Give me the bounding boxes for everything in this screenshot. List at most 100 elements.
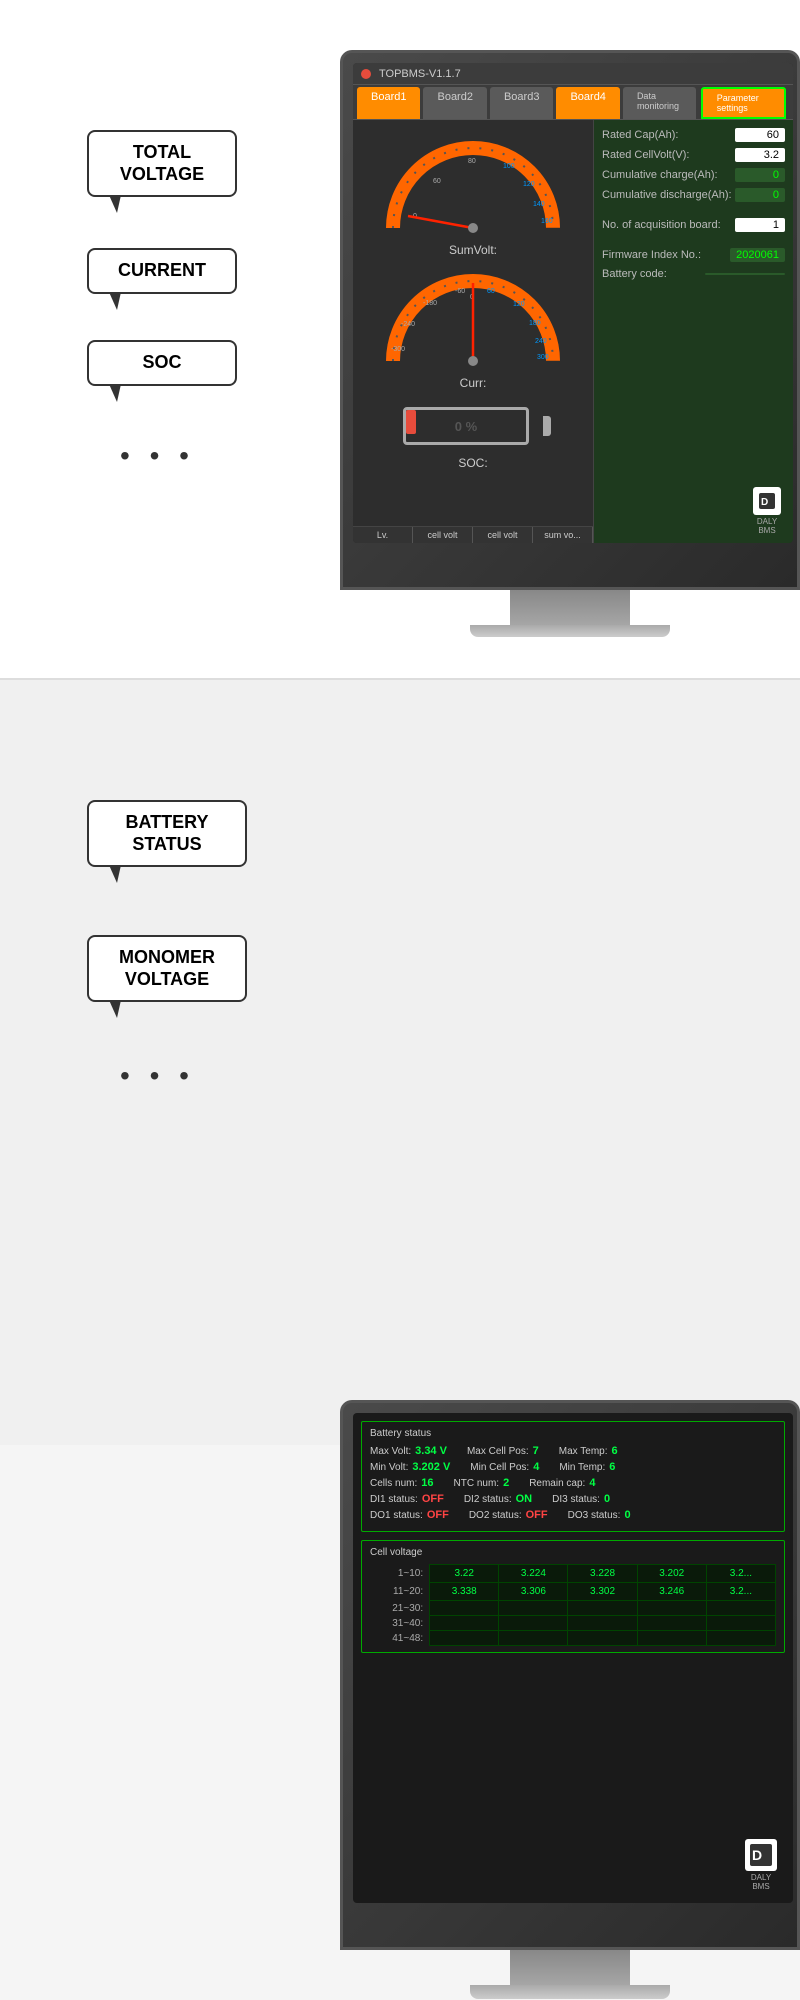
bms-main-content: 0 60 80 100 120 140 160: [353, 120, 793, 543]
max-temp-label: Max Temp:: [559, 1446, 608, 1457]
di1-value: OFF: [422, 1493, 444, 1505]
cell-3-3: [568, 1601, 637, 1616]
min-temp-label: Min Temp:: [559, 1462, 605, 1473]
daly-logo-text-2: DALYBMS: [745, 1873, 777, 1891]
min-temp-field: Min Temp: 6: [559, 1461, 615, 1473]
row-label-1-10: 1~10:: [370, 1565, 430, 1583]
cell-4-4: [637, 1616, 706, 1631]
min-volt-label: Min Volt:: [370, 1462, 408, 1473]
bubble-current-label: CURRENT: [118, 260, 206, 280]
daly-logo: D DALYBMS: [753, 487, 781, 535]
tab-cell-volt-2[interactable]: cell volt: [473, 527, 533, 543]
di1-label: DI1 status:: [370, 1494, 418, 1505]
tab-parameter-settings[interactable]: Parameter settings: [701, 87, 786, 119]
svg-text:140: 140: [533, 201, 545, 208]
cell-3-2: [499, 1601, 568, 1616]
battery-display: 0 % SOC:: [361, 398, 585, 470]
voltage-gauge-svg: 0 60 80 100 120 140 160: [373, 128, 573, 238]
cell-1-4: 3.202: [637, 1565, 706, 1583]
bms-right-panel: Rated Cap(Ah): 60 Rated CellVolt(V): 3.2…: [593, 120, 793, 543]
cell-4-2: [499, 1616, 568, 1631]
firmware-field: Firmware Index No.: 2020061: [602, 248, 785, 262]
cell-4-1: [430, 1616, 499, 1631]
row-label-21-30: 21~30:: [370, 1601, 430, 1616]
tab-board1[interactable]: Board1: [357, 87, 420, 119]
monitor-bezel-top: TOPBMS-V1.1.7 Board1 Board2 Board3 Board…: [340, 50, 800, 590]
daly-logo-2: D DALYBMS: [745, 1839, 777, 1891]
rated-cap-field: Rated Cap(Ah): 60: [602, 128, 785, 142]
max-cell-pos-label: Max Cell Pos:: [467, 1446, 529, 1457]
cell-1-5: 3.2...: [706, 1565, 775, 1583]
remain-cap-label: Remain cap:: [529, 1478, 585, 1489]
di2-value: ON: [516, 1493, 533, 1505]
bubble-battery-line1: BATTERY: [126, 812, 209, 832]
bms2-app: Battery status Max Volt: 3.34 V Max Cell…: [353, 1413, 793, 1903]
di2-field: DI2 status: ON: [464, 1493, 532, 1505]
bubble-total-voltage: TOTAL VOLTAGE: [87, 130, 237, 197]
tab-data-monitoring[interactable]: Data monitoring: [623, 87, 696, 119]
do2-label: DO2 status:: [469, 1510, 522, 1521]
svg-text:D: D: [752, 1847, 762, 1863]
cell-voltage-table: 1~10: 3.22 3.224 3.228 3.202 3.2... 11~2…: [370, 1564, 776, 1646]
battery-status-row5: DO1 status: OFF DO2 status: OFF DO3 stat…: [370, 1509, 776, 1521]
do2-field: DO2 status: OFF: [469, 1509, 548, 1521]
cell-4-3: [568, 1616, 637, 1631]
ntc-num-label: NTC num:: [454, 1478, 500, 1489]
cell-3-4: [637, 1601, 706, 1616]
cell-5-3: [568, 1631, 637, 1646]
svg-text:180: 180: [529, 320, 541, 327]
cell-4-5: [706, 1616, 775, 1631]
row-label-41-48: 41~48:: [370, 1631, 430, 1646]
cumulative-charge-value: 0: [735, 168, 785, 182]
cell-1-2: 3.224: [499, 1565, 568, 1583]
max-volt-value: 3.34 V: [415, 1445, 447, 1457]
tab-lv[interactable]: Lv.: [353, 527, 413, 543]
cells-num-label: Cells num:: [370, 1478, 417, 1489]
tab-board3[interactable]: Board3: [490, 87, 553, 119]
max-cell-pos-field: Max Cell Pos: 7: [467, 1445, 539, 1457]
battery-status-title: Battery status: [370, 1428, 776, 1439]
daly-logo-svg: D: [749, 1843, 773, 1867]
svg-text:D: D: [761, 497, 768, 508]
cell-5-1: [430, 1631, 499, 1646]
row-label-31-40: 31~40:: [370, 1616, 430, 1631]
cells-num-field: Cells num: 16: [370, 1477, 434, 1489]
battery-status-section: Battery status Max Volt: 3.34 V Max Cell…: [361, 1421, 785, 1532]
monitor-screen-bottom: Battery status Max Volt: 3.34 V Max Cell…: [353, 1413, 793, 1903]
do1-label: DO1 status:: [370, 1510, 423, 1521]
close-dot-icon: [361, 69, 371, 79]
cumulative-discharge-field: Cumulative discharge(Ah): 0: [602, 188, 785, 202]
rated-cap-label: Rated Cap(Ah):: [602, 129, 678, 141]
svg-text:100: 100: [503, 163, 515, 170]
battery-percent-text: 0 %: [403, 402, 529, 450]
tab-board4[interactable]: Board4: [556, 87, 619, 119]
tab-cell-volt-1[interactable]: cell volt: [413, 527, 473, 543]
monitor-base-bottom: [470, 1985, 670, 1999]
ntc-num-field: NTC num: 2: [454, 1477, 510, 1489]
bms-left-panel: 0 60 80 100 120 140 160: [353, 120, 593, 543]
do3-value: 0: [624, 1509, 630, 1521]
monitor-base-top: [470, 625, 670, 637]
bubble-soc-label: SOC: [142, 352, 181, 372]
remain-cap-field: Remain cap: 4: [529, 1477, 595, 1489]
min-volt-field: Min Volt: 3.202 V: [370, 1461, 450, 1473]
max-cell-pos-value: 7: [533, 1445, 539, 1457]
cell-2-2: 3.306: [499, 1583, 568, 1601]
cell-voltage-title: Cell voltage: [370, 1547, 776, 1558]
acq-board-value: 1: [735, 218, 785, 232]
bubble-voltage-line2: VOLTAGE: [120, 164, 204, 184]
cell-3-5: [706, 1601, 775, 1616]
battery-status-row3: Cells num: 16 NTC num: 2 Remain cap: 4: [370, 1477, 776, 1489]
battery-code-field: Battery code:: [602, 268, 785, 280]
tab-board2[interactable]: Board2: [423, 87, 486, 119]
bubble-monomer-line1: MONOMER: [119, 947, 215, 967]
bms-titlebar: TOPBMS-V1.1.7: [353, 63, 793, 85]
max-temp-value: 6: [612, 1445, 618, 1457]
cell-3-1: [430, 1601, 499, 1616]
svg-text:60: 60: [433, 178, 441, 185]
rated-cell-volt-value: 3.2: [735, 148, 785, 162]
cell-row-11-20: 11~20: 3.338 3.306 3.302 3.246 3.2...: [370, 1583, 776, 1601]
tab-sum-vo[interactable]: sum vo...: [533, 527, 593, 543]
svg-text:300: 300: [537, 354, 549, 361]
current-gauge-svg: -300 -240 -180 -60 60 120 180 240 300: [373, 261, 573, 371]
